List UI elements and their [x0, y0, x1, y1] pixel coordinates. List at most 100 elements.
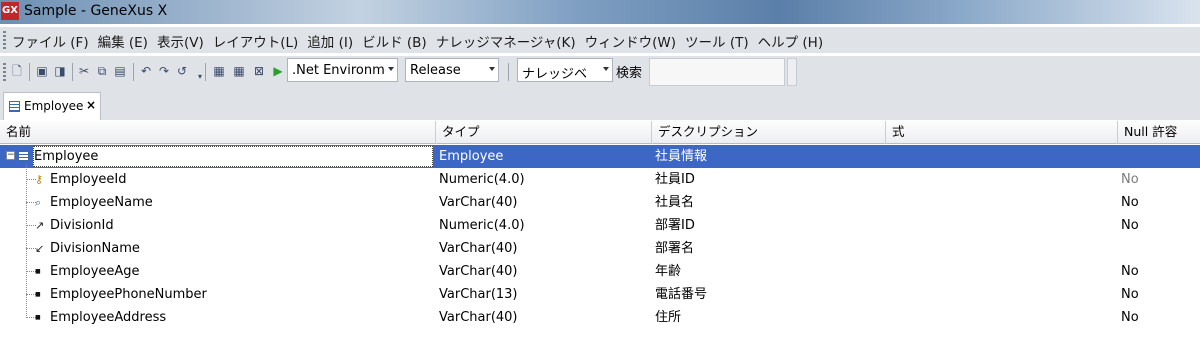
attribute-type: Numeric(4.0) — [439, 172, 525, 187]
column-header-nullable[interactable]: Null 許容 — [1118, 121, 1200, 144]
menu-tools[interactable]: ツール (T) — [685, 31, 749, 51]
column-header-formula[interactable]: 式 — [886, 121, 1118, 144]
search-input[interactable] — [649, 58, 785, 86]
cut-icon[interactable]: ✂ — [77, 64, 91, 78]
menu-help[interactable]: ヘルプ (H) — [758, 31, 823, 51]
save-all-icon[interactable]: ◨ — [53, 64, 67, 78]
tab-employee[interactable]: Employee × — [3, 92, 101, 120]
build-icon[interactable]: ▦ — [212, 64, 226, 78]
root-name-editor[interactable]: Employee — [33, 146, 433, 167]
attribute-type: VarChar(40) — [439, 195, 518, 210]
close-icon[interactable]: × — [86, 98, 96, 112]
foreign-key-icon: ↗ — [35, 219, 45, 232]
attribute-type: Numeric(4.0) — [439, 218, 525, 233]
knowledge-base-value: ナレッジベ — [522, 67, 588, 82]
menu-layout[interactable]: レイアウト(L) — [213, 31, 299, 51]
description-key-icon: ⌕ — [35, 196, 42, 209]
paste-icon[interactable]: ▤ — [113, 64, 127, 78]
configuration-select[interactable]: Release — [405, 58, 499, 82]
table-row[interactable]: ■ EmployeeAge VarChar(40) 年齢 No — [0, 260, 1200, 283]
environment-select[interactable]: .Net Environm — [287, 58, 398, 82]
attribute-nullable: No — [1121, 218, 1139, 233]
attribute-description: 年齢 — [655, 264, 682, 279]
attribute-name: DivisionId — [50, 218, 114, 233]
toolbar-separator — [133, 63, 134, 81]
attribute-nullable: No — [1121, 195, 1139, 210]
root-type: Employee — [439, 149, 504, 164]
new-object-icon[interactable]: 🗋 — [10, 64, 24, 78]
toolbar-separator — [72, 63, 73, 81]
copy-icon[interactable]: ⧉ — [95, 64, 109, 78]
table-row[interactable]: ⚷ EmployeeId Numeric(4.0) 社員ID No — [0, 168, 1200, 191]
chevron-down-icon — [388, 67, 394, 71]
search-label: 検索 — [616, 66, 643, 81]
attribute-grid: 名前 タイプ デスクリプション 式 Null 許容 − Employee Emp… — [0, 120, 1200, 358]
undo-icon[interactable]: ↶ — [139, 64, 153, 78]
attribute-name: DivisionName — [50, 241, 140, 256]
attribute-type: VarChar(13) — [439, 287, 518, 302]
history-icon[interactable]: ↺ — [175, 64, 189, 78]
attribute-nullable: No — [1121, 287, 1139, 302]
cancel-build-icon[interactable]: ⊠ — [252, 64, 266, 78]
toolbar-overflow-button[interactable] — [787, 58, 797, 86]
window-title: Sample - GeneXus X — [24, 3, 168, 19]
attribute-description: 社員ID — [655, 172, 695, 187]
menu-window[interactable]: ウィンドウ(W) — [585, 31, 676, 51]
attribute-nullable: No — [1121, 264, 1139, 279]
attribute-type: VarChar(40) — [439, 264, 518, 279]
chevron-down-icon — [603, 67, 609, 71]
attribute-description: 住所 — [655, 310, 682, 325]
menu-build[interactable]: ビルド (B) — [362, 31, 427, 51]
key-icon: ⚷ — [35, 173, 44, 186]
menu-edit[interactable]: 編集 (E) — [98, 31, 148, 51]
column-header-name[interactable]: 名前 — [0, 121, 436, 144]
menu-grip-handle[interactable] — [3, 31, 6, 49]
attribute-type: VarChar(40) — [439, 241, 518, 256]
grid-header: 名前 タイプ デスクリプション 式 Null 許容 — [0, 121, 1200, 144]
root-name: Employee — [34, 149, 99, 164]
toolbar-separator — [508, 63, 509, 81]
toolbar-separator — [205, 63, 206, 81]
build-all-icon[interactable]: ▦ — [232, 64, 246, 78]
column-header-description[interactable]: デスクリプション — [652, 121, 886, 144]
genexus-logo: GX — [1, 2, 19, 20]
table-row[interactable]: ↙ DivisionName VarChar(40) 部署名 — [0, 237, 1200, 260]
attribute-icon: ■ — [35, 268, 41, 275]
toolbar-grip-handle[interactable] — [3, 63, 6, 81]
attribute-description: 部署名 — [655, 241, 695, 256]
attribute-description: 電話番号 — [655, 287, 708, 302]
attribute-nullable: No — [1121, 310, 1139, 325]
table-row-root[interactable]: − Employee Employee 社員情報 — [0, 145, 1200, 168]
menu-bar: ファイル (F) 編集 (E) 表示(V) レイアウト(L) 追加 (I) ビル… — [0, 27, 1200, 53]
table-row[interactable]: ■ EmployeePhoneNumber VarChar(13) 電話番号 No — [0, 283, 1200, 306]
title-bar: GX Sample - GeneXus X — [0, 0, 1200, 24]
attribute-icon: ■ — [35, 291, 41, 298]
menu-knowledge-manager[interactable]: ナレッジマネージャ(K) — [436, 31, 576, 51]
save-icon[interactable]: ▣ — [35, 64, 49, 78]
collapse-icon[interactable]: − — [6, 151, 15, 160]
toolbar-separator — [29, 63, 30, 81]
transaction-icon — [18, 151, 29, 162]
environment-value: .Net Environm — [292, 63, 385, 78]
root-description: 社員情報 — [655, 149, 708, 164]
menu-file[interactable]: ファイル (F) — [12, 31, 89, 51]
run-icon[interactable]: ▶ — [271, 64, 285, 78]
column-header-type[interactable]: タイプ — [436, 121, 652, 144]
attribute-nullable: No — [1121, 172, 1139, 187]
menu-insert[interactable]: 追加 (I) — [307, 31, 353, 51]
attribute-name: EmployeeId — [50, 172, 127, 187]
configuration-value: Release — [410, 63, 461, 78]
document-tab-strip: Employee × — [0, 88, 1200, 120]
attribute-description: 部署ID — [655, 218, 695, 233]
attribute-name: EmployeePhoneNumber — [50, 287, 207, 302]
menu-view[interactable]: 表示(V) — [157, 31, 204, 51]
attribute-name: EmployeeAddress — [50, 310, 167, 325]
knowledge-base-select[interactable]: ナレッジベ — [517, 58, 613, 82]
table-row[interactable]: ■ EmployeeAddress VarChar(40) 住所 No — [0, 306, 1200, 329]
table-row[interactable]: ↗ DivisionId Numeric(4.0) 部署ID No — [0, 214, 1200, 237]
redo-icon[interactable]: ↷ — [157, 64, 171, 78]
transaction-icon — [9, 101, 20, 112]
table-row[interactable]: ⌕ EmployeeName VarChar(40) 社員名 No — [0, 191, 1200, 214]
attribute-name: EmployeeAge — [50, 264, 140, 279]
toolbar: 🗋 ▣ ◨ ✂ ⧉ ▤ ↶ ↷ ↺ ▾ ▦ ▦ ⊠ ▶ .Net Environ… — [0, 56, 1200, 88]
